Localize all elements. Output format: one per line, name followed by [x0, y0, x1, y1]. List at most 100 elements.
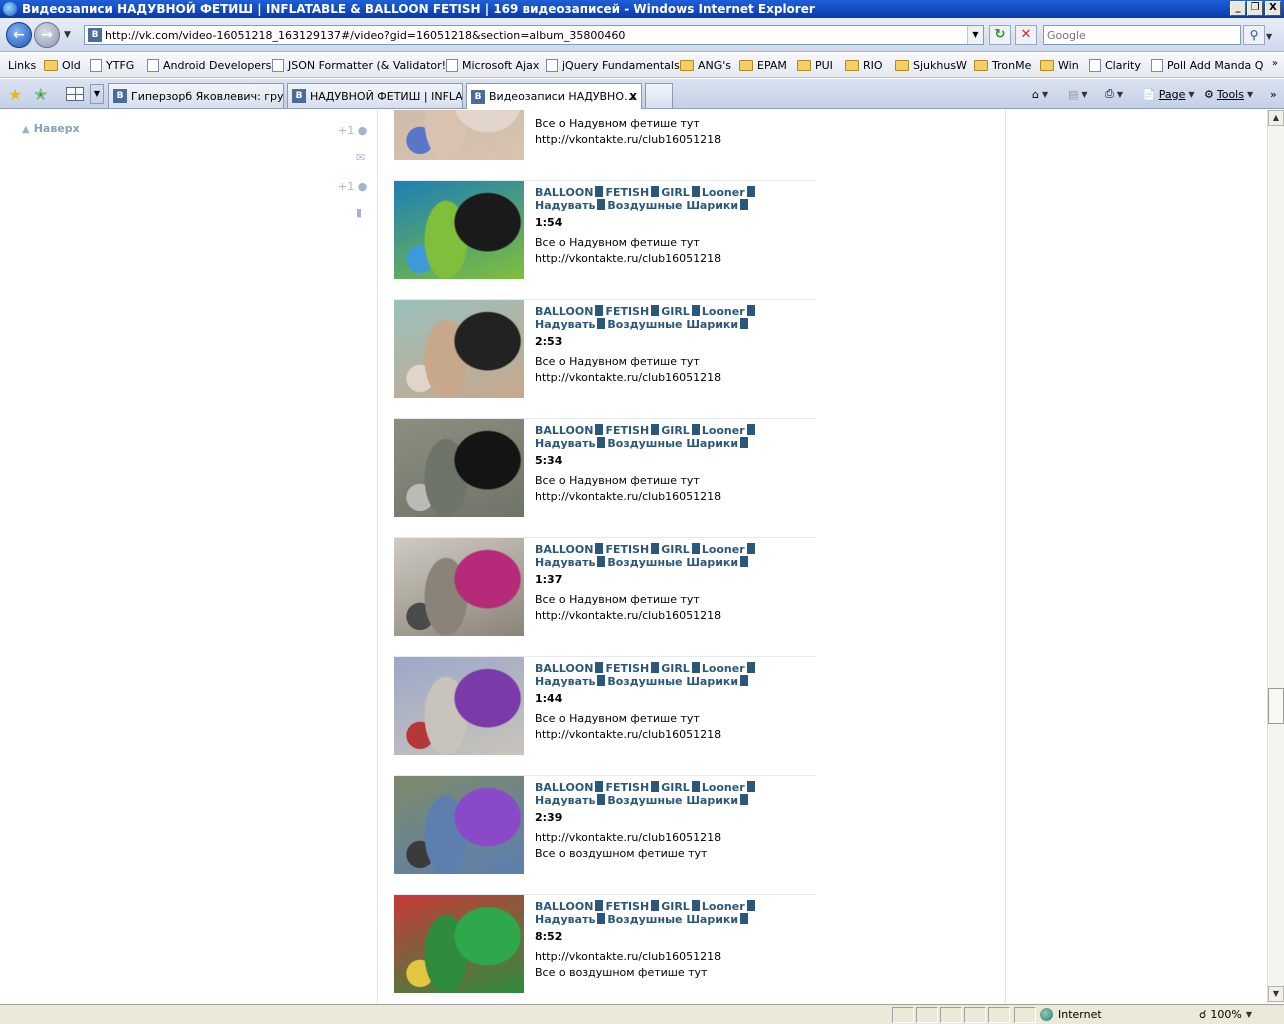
scroll-down-icon[interactable]: ▼	[1268, 986, 1284, 1002]
window-title: Видеозаписи НАДУВНОЙ ФЕТИШ | INFLATABLE …	[22, 2, 815, 16]
security-zone[interactable]: Internet	[1040, 1008, 1102, 1021]
page-icon	[90, 59, 102, 72]
link-rio[interactable]: RIO	[845, 57, 883, 74]
page-icon	[272, 59, 284, 72]
tab-videozapisi[interactable]: B Видеозаписи НАДУВНО… x	[466, 83, 642, 109]
vertical-scrollbar[interactable]: ▲ ▼	[1267, 110, 1284, 1003]
chevron-down-icon: ▼	[1081, 89, 1088, 99]
video-thumbnail[interactable]	[394, 538, 524, 636]
home-button[interactable]: ⌂ ▼	[1032, 85, 1048, 103]
video-row: BALLOONFETISHGIRLLoonerНадуватьВоздушные…	[394, 110, 816, 181]
page-menu[interactable]: 📄 Page ▼	[1142, 85, 1195, 103]
video-title-link[interactable]: BALLOON FETISH GIRL Looner Надувать Воздушные…	[535, 305, 785, 331]
video-title-link[interactable]: BALLOON FETISH GIRL Looner Надувать Воздушные…	[535, 900, 785, 926]
zoom-control[interactable]: ☌ 100% ▼	[1199, 1008, 1252, 1021]
video-description: http://vkontakte.ru/club16051218	[535, 950, 722, 963]
link-old[interactable]: Old	[44, 57, 81, 74]
plus-one-count[interactable]: +1 ●	[338, 124, 367, 137]
link-tronme[interactable]: TronMe	[974, 57, 1031, 74]
vk-favicon: B	[292, 89, 306, 103]
scroll-up-icon[interactable]: ▲	[1268, 110, 1284, 126]
search-input[interactable]	[1047, 28, 1237, 42]
add-favorites-icon[interactable]: ✭	[34, 85, 47, 104]
home-icon: ⌂	[1032, 87, 1039, 101]
video-thumbnail[interactable]	[394, 181, 524, 279]
favorites-star-icon[interactable]: ★	[8, 85, 22, 104]
refresh-button[interactable]: ↻	[989, 25, 1011, 45]
link-json-formatter[interactable]: JSON Formatter (& Validator!)	[272, 57, 450, 74]
video-title-link[interactable]: BALLOON FETISH GIRL Looner Надувать Воздушные…	[535, 543, 785, 569]
page-icon	[1151, 59, 1163, 72]
video-title-link[interactable]: BALLOON FETISH GIRL Looner Надувать Воздушные…	[535, 424, 785, 450]
close-tab-icon[interactable]: x	[629, 89, 637, 103]
quick-tabs-icon[interactable]	[66, 87, 84, 101]
tab-naduvnoy-fetish[interactable]: B НАДУВНОЙ ФЕТИШ | INFLA…	[287, 83, 463, 108]
video-title-link[interactable]: BALLOON FETISH GIRL Looner Надувать Воздушные…	[535, 186, 785, 212]
close-window-button[interactable]: X	[1265, 1, 1281, 16]
mail-icon[interactable]: ✉	[356, 151, 365, 164]
chevron-down-icon: ▼	[1246, 89, 1254, 99]
history-dropdown-icon[interactable]: ▼	[64, 30, 71, 40]
video-description: Все о Надувном фетише тут	[535, 593, 700, 606]
video-thumbnail[interactable]	[394, 657, 524, 755]
feeds-button[interactable]: ▤ ▼	[1068, 85, 1088, 103]
plus-one-count[interactable]: +1 ●	[338, 180, 367, 193]
links-overflow-chevron-icon[interactable]: »	[1272, 58, 1278, 69]
video-row: BALLOONFETISHGIRLLoonerНадуватьВоздушные…	[394, 419, 816, 538]
link-epam[interactable]: EPAM	[739, 57, 787, 74]
link-clarity[interactable]: Clarity	[1089, 57, 1141, 74]
vk-favicon: B	[113, 89, 127, 103]
video-thumbnail[interactable]	[394, 110, 524, 160]
folder-icon	[845, 60, 859, 71]
url-input[interactable]	[105, 28, 965, 42]
back-button[interactable]: ←	[6, 22, 32, 48]
print-button[interactable]: ⎙ ▼	[1105, 85, 1123, 103]
status-cell	[988, 1007, 1010, 1023]
address-bar[interactable]: B ▼	[84, 25, 984, 45]
maximize-button[interactable]: ❐	[1247, 1, 1263, 16]
lock-icon	[1014, 1007, 1036, 1023]
link-pui[interactable]: PUI	[797, 57, 833, 74]
link-win[interactable]: Win	[1040, 57, 1079, 74]
scroll-to-top-link[interactable]: ▲ Наверх	[22, 122, 80, 135]
folder-icon	[1040, 60, 1054, 71]
tools-menu[interactable]: ⚙ Tools ▼	[1204, 85, 1253, 103]
comment-icon[interactable]: ▮	[356, 206, 362, 219]
video-title-link[interactable]: BALLOON FETISH GIRL Looner Надувать Воздушные…	[535, 662, 785, 688]
left-sidebar: ▲ Наверх +1 ● ✉ +1 ● ▮	[0, 110, 378, 1003]
tab-giperzorb[interactable]: B Гиперзорб Яковлевич: гру…	[108, 83, 284, 108]
link-ytfg[interactable]: YTFG	[90, 57, 134, 74]
video-thumbnail[interactable]	[394, 776, 524, 874]
link-poll-add-manda-q[interactable]: Poll Add Manda Q	[1151, 57, 1263, 74]
new-tab-button[interactable]	[645, 83, 673, 108]
link-angs[interactable]: ANG's	[680, 57, 731, 74]
address-dropdown-icon[interactable]: ▼	[967, 26, 983, 44]
link-sjukhusw[interactable]: SjukhusW	[895, 57, 967, 74]
command-overflow-chevron-icon[interactable]: »	[1270, 85, 1277, 103]
stop-button[interactable]: ✕	[1015, 25, 1037, 45]
video-duration: 5:34	[535, 454, 563, 467]
minimize-button[interactable]: _	[1230, 1, 1246, 16]
forward-button[interactable]: →	[34, 22, 60, 48]
search-options-dropdown-icon[interactable]: ▼	[1266, 32, 1272, 41]
scroll-thumb[interactable]	[1268, 688, 1284, 724]
video-description: Все о Надувном фетише тут	[535, 117, 700, 130]
folder-icon	[680, 60, 694, 71]
page-content: ▲Наверх +1 ● ✉ +1 ● ▮ BALLOONFETISHGIRLL…	[0, 110, 1267, 1003]
link-microsoft-ajax[interactable]: Microsoft Ajax	[446, 57, 539, 74]
tab-list-dropdown-icon[interactable]: ▼	[90, 84, 104, 104]
video-description: Все о Надувном фетише тут	[535, 474, 700, 487]
status-cell	[916, 1007, 938, 1023]
link-android-developers[interactable]: Android Developers	[147, 57, 271, 74]
video-title-link[interactable]: BALLOON FETISH GIRL Looner Надувать Воздушные…	[535, 781, 785, 807]
rss-icon: ▤	[1068, 87, 1079, 101]
video-thumbnail[interactable]	[394, 895, 524, 993]
link-jquery-fundamentals[interactable]: jQuery Fundamentals	[546, 57, 680, 74]
video-thumbnail[interactable]	[394, 300, 524, 398]
video-description: http://vkontakte.ru/club16051218	[535, 490, 722, 503]
gear-icon: ⚙	[1204, 87, 1214, 101]
video-duration: 1:44	[535, 692, 563, 705]
video-thumbnail[interactable]	[394, 419, 524, 517]
search-box[interactable]	[1043, 25, 1241, 45]
search-icon[interactable]: ⚲	[1243, 25, 1265, 45]
